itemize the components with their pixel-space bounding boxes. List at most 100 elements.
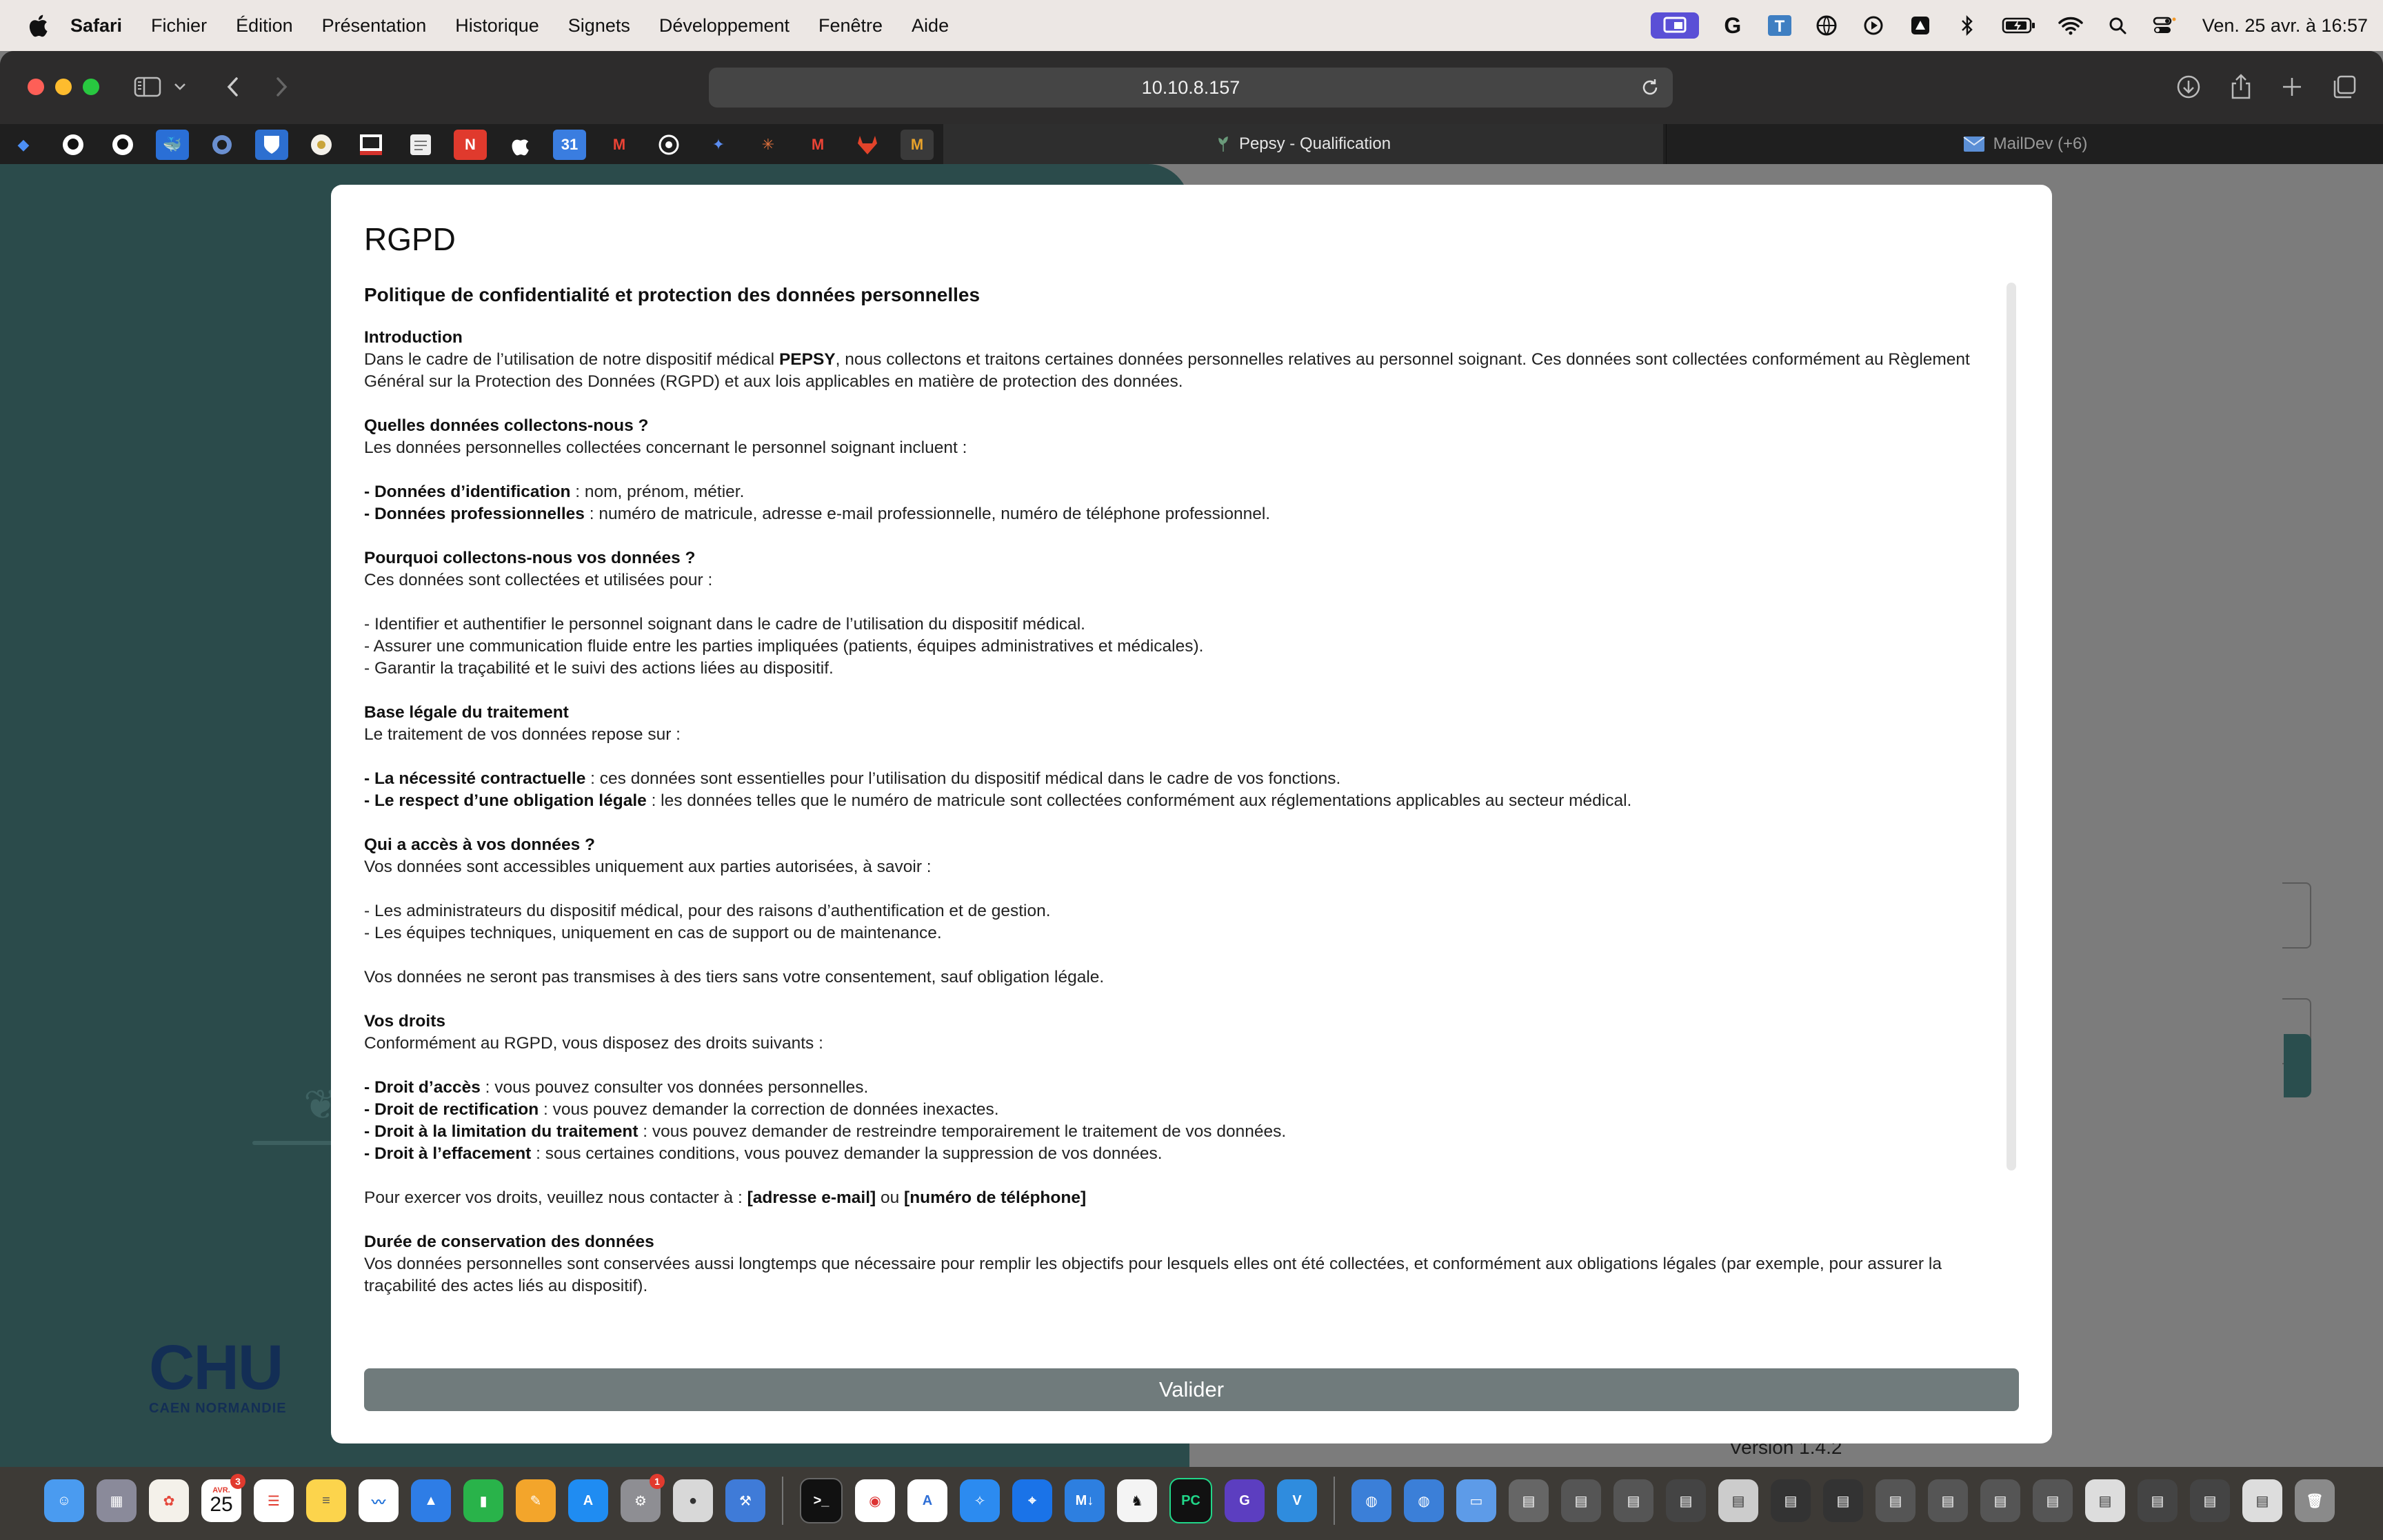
keynote-icon[interactable]: ▲ (411, 1479, 451, 1522)
bluetooth-icon[interactable] (1954, 12, 1980, 39)
pinned-gmail-icon[interactable]: M (801, 130, 834, 160)
battery-icon[interactable] (2001, 12, 2037, 39)
pinned-claude-icon[interactable]: ✳ (752, 130, 785, 160)
pinned-docker-icon[interactable]: 🐳 (156, 130, 189, 160)
minimize-window-button[interactable] (55, 79, 72, 95)
finder-icon[interactable]: ☺ (44, 1479, 84, 1522)
forward-button[interactable] (265, 70, 298, 103)
font-book-icon[interactable]: A (907, 1479, 947, 1522)
calendar-icon[interactable]: AVR. 25 3 (201, 1474, 245, 1522)
new-tab-icon[interactable] (2275, 70, 2309, 103)
pinned-circle-icon[interactable] (305, 130, 338, 160)
folder-icon[interactable]: ▭ (1456, 1479, 1496, 1522)
login-field[interactable] (2282, 882, 2311, 949)
chevron-down-icon[interactable] (170, 70, 190, 103)
minimized-window-icon[interactable]: ▤ (1561, 1479, 1601, 1522)
spotlight-search-icon[interactable] (2104, 12, 2131, 39)
minimized-window-icon[interactable]: ▤ (1718, 1479, 1758, 1522)
modal-scrollbar[interactable] (2007, 283, 2016, 1171)
translate-icon[interactable]: T (1767, 12, 1793, 39)
pinned-calendar-31-icon[interactable]: 31 (553, 130, 586, 160)
reminders-icon[interactable]: ☰ (254, 1479, 294, 1522)
chrome-icon[interactable]: ◉ (855, 1479, 895, 1522)
minimized-window-icon[interactable]: ▤ (1666, 1479, 1706, 1522)
wifi-icon[interactable] (2058, 12, 2084, 39)
tab-maildev[interactable]: MailDev (+6) (1666, 124, 2383, 164)
share-icon[interactable] (2224, 70, 2258, 103)
menu-edition[interactable]: Édition (236, 15, 293, 37)
pinned-github-icon[interactable] (57, 130, 90, 160)
pinned-apple-icon[interactable] (503, 130, 536, 160)
minimized-window-icon[interactable]: ▤ (2138, 1479, 2178, 1522)
system-settings-icon[interactable]: ⚙ 1 (621, 1474, 665, 1522)
xcode-icon[interactable]: ⚒ (725, 1479, 765, 1522)
minimized-window-icon[interactable]: ▤ (2242, 1479, 2282, 1522)
menu-developpement[interactable]: Développement (659, 15, 790, 37)
pinned-gemini-icon[interactable]: ✦ (702, 130, 735, 160)
globe-gear-icon[interactable] (1813, 12, 1840, 39)
validate-button[interactable]: Valider (364, 1368, 2019, 1411)
minimized-window-icon[interactable]: ▤ (1980, 1479, 2020, 1522)
pycharm-icon[interactable]: PC (1169, 1478, 1212, 1523)
trash-icon[interactable]: 🗑 (2295, 1479, 2335, 1522)
numbers-icon[interactable]: ▮ (463, 1479, 503, 1522)
pinned-red-square-icon[interactable] (354, 130, 388, 160)
minimized-window-icon[interactable]: ▤ (1509, 1479, 1549, 1522)
pinned-n-icon[interactable]: N (454, 130, 487, 160)
safari-icon[interactable]: ✧ (960, 1479, 1000, 1522)
play-icon[interactable] (1860, 12, 1887, 39)
inkscape-icon[interactable]: ♞ (1117, 1479, 1157, 1522)
minimized-window-icon[interactable]: ▤ (1771, 1479, 1811, 1522)
rider-icon[interactable]: G (1225, 1479, 1265, 1522)
menu-clock[interactable]: Ven. 25 avr. à 16:57 (2202, 15, 2368, 37)
maps-icon[interactable]: ⌖ (1012, 1479, 1052, 1522)
drive-icon[interactable] (1907, 12, 1933, 39)
pinned-openai-icon[interactable] (652, 130, 685, 160)
grammarly-icon[interactable]: G (1720, 12, 1746, 39)
photos-icon[interactable]: ✿ (149, 1479, 189, 1522)
minimized-window-icon[interactable]: ▤ (1928, 1479, 1968, 1522)
downloads-icon[interactable] (2172, 70, 2205, 103)
reload-icon[interactable] (1637, 74, 1663, 101)
vscode-icon[interactable]: V (1277, 1479, 1317, 1522)
pinned-jira-icon[interactable]: ◆ (7, 130, 40, 160)
pinned-maildev-icon[interactable]: M (901, 130, 934, 160)
app-store-icon[interactable]: A (568, 1479, 608, 1522)
network-globe-icon[interactable]: ◍ (1404, 1479, 1444, 1522)
minimized-window-icon[interactable]: ▤ (1823, 1479, 1863, 1522)
sidebar-toggle-icon[interactable] (131, 70, 164, 103)
pinned-portainer-icon[interactable] (205, 130, 239, 160)
notes-icon[interactable]: ≡ (306, 1479, 346, 1522)
pinned-bitwarden-icon[interactable] (255, 130, 288, 160)
menu-fichier[interactable]: Fichier (151, 15, 207, 37)
minimized-window-icon[interactable]: ▤ (2033, 1479, 2073, 1522)
login-button[interactable] (2284, 1034, 2311, 1097)
terminal-icon[interactable]: >_ (800, 1478, 843, 1523)
minimized-window-icon[interactable]: ▤ (2190, 1479, 2230, 1522)
close-window-button[interactable] (28, 79, 44, 95)
menu-aide[interactable]: Aide (912, 15, 949, 37)
control-center-icon[interactable] (2151, 12, 2178, 39)
minimized-window-icon[interactable]: ▤ (2085, 1479, 2125, 1522)
pinned-calendar-icon[interactable] (404, 130, 437, 160)
freeform-icon[interactable]: 〰 (359, 1479, 399, 1522)
apple-menu-icon[interactable] (26, 12, 50, 39)
tab-overview-icon[interactable] (2328, 70, 2361, 103)
network-globe-icon[interactable]: ◍ (1351, 1479, 1391, 1522)
address-bar[interactable]: 10.10.8.157 (709, 68, 1673, 108)
menu-safari[interactable]: Safari (70, 15, 122, 37)
pinned-gmail-icon[interactable]: M (603, 130, 636, 160)
zoom-window-button[interactable] (83, 79, 99, 95)
back-button[interactable] (217, 70, 250, 103)
menu-historique[interactable]: Historique (455, 15, 539, 37)
pages-icon[interactable]: ✎ (516, 1479, 556, 1522)
minimized-window-icon[interactable]: ▤ (1613, 1479, 1653, 1522)
tab-pepsy[interactable]: Pepsy - Qualification (943, 124, 1663, 164)
pinned-gitlab-icon[interactable] (851, 130, 884, 160)
menu-presentation[interactable]: Présentation (322, 15, 427, 37)
pinned-github-icon[interactable] (106, 130, 139, 160)
menu-signets[interactable]: Signets (568, 15, 630, 37)
launchpad-icon[interactable]: ▦ (97, 1479, 137, 1522)
menu-fenetre[interactable]: Fenêtre (818, 15, 883, 37)
preview-icon[interactable]: ● (673, 1479, 713, 1522)
